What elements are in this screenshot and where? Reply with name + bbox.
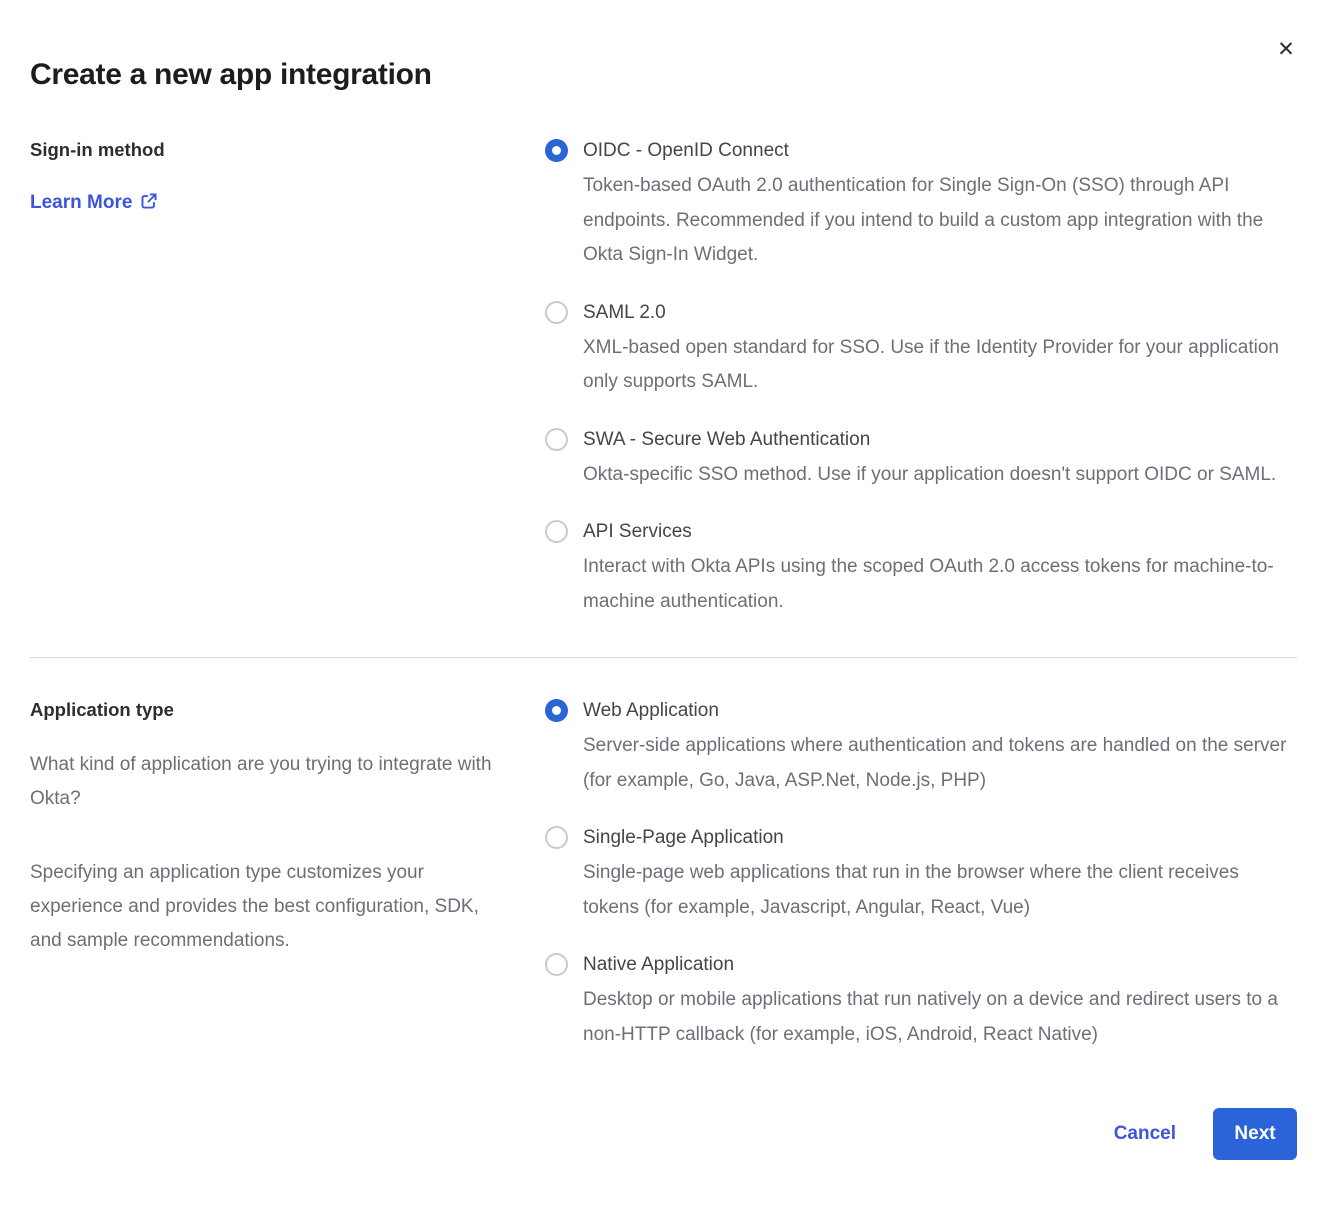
- option-desc-swa: Okta-specific SSO method. Use if your ap…: [583, 458, 1297, 493]
- option-desc-web-application: Server-side applications where authentic…: [583, 729, 1297, 798]
- radio-native-application[interactable]: [545, 953, 568, 976]
- close-button[interactable]: ✕: [1270, 34, 1302, 66]
- sign-in-method-heading: Sign-in method: [30, 138, 510, 162]
- radio-option-saml[interactable]: SAML 2.0 XML-based open standard for SSO…: [545, 300, 1297, 400]
- cancel-button[interactable]: Cancel: [1114, 1123, 1176, 1145]
- section-divider: [30, 657, 1297, 658]
- application-type-left-column: Application type What kind of applicatio…: [30, 698, 510, 958]
- dialog-footer: Cancel Next: [30, 1108, 1297, 1160]
- radio-saml[interactable]: [545, 301, 568, 324]
- radio-swa[interactable]: [545, 428, 568, 451]
- option-label-native-application: Native Application: [583, 952, 1297, 977]
- radio-option-native-application[interactable]: Native Application Desktop or mobile app…: [545, 952, 1297, 1052]
- create-app-integration-dialog: ✕ Create a new app integration Sign-in m…: [0, 0, 1332, 1210]
- option-desc-native-application: Desktop or mobile applications that run …: [583, 983, 1297, 1052]
- radio-web-application[interactable]: [545, 699, 568, 722]
- sign-in-method-options: OIDC - OpenID Connect Token-based OAuth …: [545, 138, 1297, 619]
- learn-more-link[interactable]: Learn More: [30, 190, 158, 216]
- radio-option-oidc[interactable]: OIDC - OpenID Connect Token-based OAuth …: [545, 138, 1297, 273]
- option-label-saml: SAML 2.0: [583, 300, 1297, 325]
- learn-more-label: Learn More: [30, 192, 132, 214]
- next-button[interactable]: Next: [1213, 1108, 1297, 1160]
- option-label-api-services: API Services: [583, 519, 1297, 544]
- application-type-options: Web Application Server-side applications…: [545, 698, 1297, 1052]
- section-application-type: Application type What kind of applicatio…: [30, 698, 1297, 1052]
- radio-option-single-page-application[interactable]: Single-Page Application Single-page web …: [545, 825, 1297, 925]
- sign-in-method-left-column: Sign-in method Learn More: [30, 138, 510, 216]
- application-type-question: What kind of application are you trying …: [30, 748, 510, 816]
- option-label-swa: SWA - Secure Web Authentication: [583, 427, 1297, 452]
- radio-oidc[interactable]: [545, 139, 568, 162]
- section-sign-in-method: Sign-in method Learn More OIDC - OpenID …: [30, 138, 1297, 619]
- radio-single-page-application[interactable]: [545, 826, 568, 849]
- option-desc-saml: XML-based open standard for SSO. Use if …: [583, 331, 1297, 400]
- page-title: Create a new app integration: [30, 58, 1297, 92]
- application-type-heading: Application type: [30, 698, 510, 722]
- option-desc-single-page-application: Single-page web applications that run in…: [583, 856, 1297, 925]
- external-link-icon: [140, 192, 158, 216]
- option-desc-api-services: Interact with Okta APIs using the scoped…: [583, 550, 1297, 619]
- radio-option-web-application[interactable]: Web Application Server-side applications…: [545, 698, 1297, 798]
- option-label-oidc: OIDC - OpenID Connect: [583, 138, 1297, 163]
- option-label-single-page-application: Single-Page Application: [583, 825, 1297, 850]
- option-label-web-application: Web Application: [583, 698, 1297, 723]
- application-type-explanation: Specifying an application type customize…: [30, 856, 510, 958]
- radio-option-swa[interactable]: SWA - Secure Web Authentication Okta-spe…: [545, 427, 1297, 493]
- radio-api-services[interactable]: [545, 520, 568, 543]
- option-desc-oidc: Token-based OAuth 2.0 authentication for…: [583, 169, 1297, 273]
- close-icon: ✕: [1277, 38, 1295, 61]
- radio-option-api-services[interactable]: API Services Interact with Okta APIs usi…: [545, 519, 1297, 619]
